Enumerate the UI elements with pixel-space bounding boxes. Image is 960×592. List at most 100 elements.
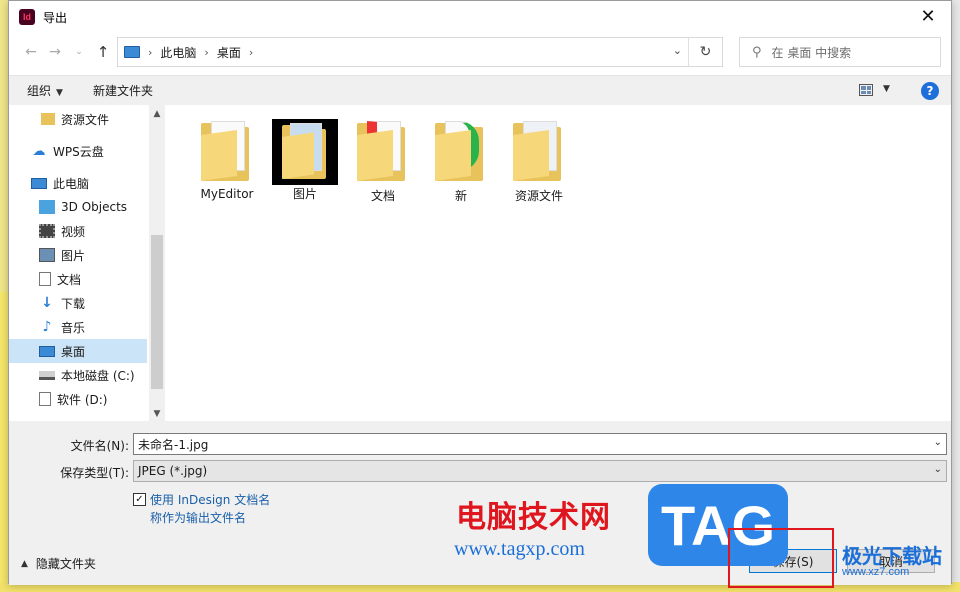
sidebar-item-videos[interactable]: 视频 — [9, 219, 147, 243]
chevron-up-icon: ▲ — [21, 558, 28, 569]
sidebar-item-label: 文档 — [57, 272, 82, 287]
back-arrow-icon[interactable]: ← — [19, 40, 43, 64]
sidebar-item-desktop[interactable]: 桌面 — [9, 339, 147, 363]
sidebar-item-label: 3D Objects — [61, 200, 128, 214]
sidebar-scrollbar[interactable]: ▲ ▼ — [149, 105, 165, 421]
watermark-site-name: 电脑技术网 — [456, 500, 611, 535]
drive-icon — [39, 392, 51, 406]
folder-icon — [272, 119, 338, 185]
list-item[interactable]: MyEditor — [189, 119, 265, 209]
filename-label: 文件名(N): — [70, 439, 129, 453]
drive-icon — [39, 370, 55, 380]
video-icon — [39, 224, 55, 238]
hide-folders-toggle[interactable]: ▲ 隐藏文件夹 — [21, 555, 96, 572]
folder-icon — [201, 121, 253, 181]
help-icon[interactable]: ? — [921, 82, 939, 100]
breadcrumb-this-pc[interactable]: 此电脑 — [160, 44, 196, 61]
close-icon[interactable]: ✕ — [905, 1, 951, 31]
scroll-up-icon[interactable]: ▲ — [149, 109, 165, 119]
title-bar: Id 导出 ✕ — [9, 1, 951, 33]
breadcrumb-desktop[interactable]: 桌面 — [217, 44, 241, 61]
folder-icon — [513, 121, 565, 181]
caret-down-icon: ▼ — [56, 88, 63, 98]
filename-value: 未命名-1.jpg — [138, 437, 209, 452]
sidebar-item-label: 下载 — [61, 296, 86, 311]
breadcrumb-separator-icon[interactable]: › — [148, 46, 152, 59]
sidebar-item-label: 本地磁盘 (C:) — [61, 368, 135, 383]
filename-field[interactable]: 未命名-1.jpg ⌄ — [133, 433, 947, 455]
search-placeholder: 在 桌面 中搜索 — [771, 45, 852, 60]
sidebar-item-label: WPS云盘 — [53, 144, 104, 159]
cloud-icon: ☁ — [32, 143, 46, 159]
pictures-icon — [39, 248, 55, 262]
change-view-icon[interactable] — [859, 84, 873, 96]
recent-locations-chevron-icon[interactable]: ⌄ — [67, 40, 91, 64]
folder-icon — [357, 121, 409, 181]
sidebar-item-documents[interactable]: 文档 — [9, 267, 147, 291]
breadcrumb-separator-icon[interactable]: › — [204, 46, 208, 59]
sidebar-item-label: 图片 — [61, 248, 86, 263]
sidebar-item-resources[interactable]: 资源文件 — [9, 107, 147, 131]
window-title: 导出 — [43, 10, 68, 25]
breadcrumb-separator-icon[interactable]: › — [249, 46, 253, 59]
scroll-down-icon[interactable]: ▼ — [149, 409, 165, 419]
view-options-caret-icon[interactable]: ▼ — [883, 84, 890, 94]
list-item[interactable]: 新 — [423, 119, 499, 209]
sidebar-item-label: 此电脑 — [53, 176, 90, 191]
file-label: 资源文件 — [514, 189, 563, 203]
file-label: 文档 — [370, 189, 395, 203]
folder-icon — [41, 113, 55, 125]
refresh-icon[interactable]: ↻ — [688, 38, 722, 66]
sidebar-item-drive-c[interactable]: 本地磁盘 (C:) — [9, 363, 147, 387]
up-arrow-icon[interactable]: ↑ — [91, 40, 115, 64]
music-icon: ♪ — [42, 319, 52, 335]
desktop-icon — [39, 345, 55, 357]
sidebar-item-3d-objects[interactable]: 3D Objects — [9, 195, 147, 219]
watermark-site-url: www.tagxp.com — [454, 538, 585, 560]
sidebar-item-label: 桌面 — [61, 344, 86, 359]
address-dropdown-icon[interactable]: ⌄ — [673, 44, 682, 57]
file-label: 新 — [454, 189, 467, 203]
search-input[interactable]: ⚲ 在 桌面 中搜索 — [739, 37, 941, 67]
file-list: MyEditor 图片 文档 新 资源文件 — [165, 105, 951, 421]
list-item[interactable]: 图片 — [267, 119, 343, 209]
sidebar-item-label: 视频 — [61, 224, 86, 239]
sidebar-item-drive-d[interactable]: 软件 (D:) — [9, 387, 147, 411]
file-label: 图片 — [292, 187, 317, 201]
sidebar-item-pictures[interactable]: 图片 — [9, 243, 147, 267]
download-icon: ↓ — [41, 295, 53, 311]
hide-folders-label: 隐藏文件夹 — [35, 557, 96, 571]
use-document-name-checkbox[interactable]: ✓ — [133, 493, 146, 506]
navigation-pane: 资源文件 ☁ WPS云盘 此电脑 3D Objects 视频 图片 文档 ↓ 下… — [9, 105, 165, 421]
navigation-row: ← → ⌄ ↑ › 此电脑 › 桌面 › ⌄ ↻ ⚲ 在 桌面 中搜索 — [9, 35, 951, 69]
forward-arrow-icon[interactable]: → — [43, 40, 67, 64]
sidebar-item-this-pc[interactable]: 此电脑 — [9, 171, 147, 195]
save-type-select[interactable]: JPEG (*.jpg) ⌄ — [133, 460, 947, 482]
sidebar-item-music[interactable]: ♪ 音乐 — [9, 315, 147, 339]
list-item[interactable]: 文档 — [345, 119, 421, 209]
cube-icon — [39, 200, 55, 214]
search-icon: ⚲ — [752, 44, 762, 60]
organize-label: 组织 — [27, 84, 52, 98]
indesign-app-icon: Id — [19, 9, 35, 25]
computer-icon — [31, 177, 47, 189]
chevron-down-icon[interactable]: ⌄ — [934, 464, 942, 475]
watermark-site2-name: 极光下载站 — [842, 544, 942, 568]
file-label: MyEditor — [200, 187, 254, 201]
highlight-box — [728, 528, 834, 588]
organize-menu[interactable]: 组织 ▼ — [27, 82, 63, 99]
checkbox-label-line1[interactable]: 使用 InDesign 文档名 — [150, 491, 270, 508]
computer-icon — [124, 46, 140, 58]
list-item[interactable]: 资源文件 — [501, 119, 577, 209]
checkbox-label-line2[interactable]: 称作为输出文件名 — [150, 509, 246, 526]
chevron-down-icon[interactable]: ⌄ — [934, 437, 942, 448]
sidebar-item-wps-cloud[interactable]: ☁ WPS云盘 — [9, 139, 147, 163]
address-bar[interactable]: › 此电脑 › 桌面 › ⌄ ↻ — [117, 37, 723, 67]
folder-icon — [435, 121, 487, 181]
save-type-value: JPEG (*.jpg) — [138, 464, 208, 478]
scroll-thumb[interactable] — [151, 235, 163, 389]
sidebar-item-label: 音乐 — [61, 320, 86, 335]
sidebar-item-downloads[interactable]: ↓ 下载 — [9, 291, 147, 315]
new-folder-button[interactable]: 新建文件夹 — [93, 82, 153, 99]
document-icon — [39, 272, 51, 286]
